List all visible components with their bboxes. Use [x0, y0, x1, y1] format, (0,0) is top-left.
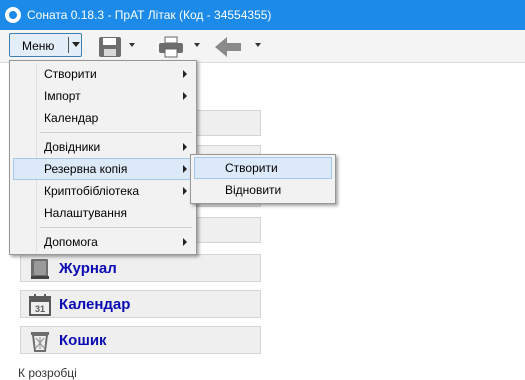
menu-button-label: Меню [22, 39, 55, 53]
menu-item-import[interactable]: Імпорт [13, 85, 193, 107]
calendar-label: Календар [59, 296, 131, 313]
trash-button[interactable]: Кошик [20, 326, 261, 354]
menu-item-crypto-library[interactable]: Криптобібліотека [13, 180, 193, 202]
trash-icon [31, 332, 49, 352]
menu-separator [40, 227, 192, 228]
menu-item-label: Криптобібліотека [44, 184, 140, 198]
chevron-right-icon [183, 70, 187, 78]
menu-item-calendar[interactable]: Календар [13, 107, 193, 129]
chevron-right-icon [183, 187, 187, 195]
submenu-item-create[interactable]: Створити [194, 157, 332, 179]
print-dropdown-arrow-icon[interactable] [194, 43, 200, 47]
menu-item-help[interactable]: Допомога [13, 231, 193, 253]
save-dropdown-arrow-icon[interactable] [129, 43, 135, 47]
menu-item-directories[interactable]: Довідники [13, 136, 193, 158]
menu-separator [40, 132, 192, 133]
submenu-item-restore[interactable]: Відновити [194, 179, 332, 201]
backup-submenu: Створити Відновити [190, 154, 336, 204]
title-bar: Соната 0.18.3 - ПрАТ Літак (Код - 345543… [0, 0, 525, 30]
journal-button[interactable]: Журнал [20, 254, 261, 282]
chevron-down-icon[interactable] [72, 42, 80, 47]
app-logo-icon [5, 7, 21, 23]
back-dropdown-arrow-icon[interactable] [255, 43, 261, 47]
menu-item-backup[interactable]: Резервна копія [13, 158, 193, 180]
menu-item-label: Налаштування [44, 206, 127, 220]
menu-item-label: Допомога [44, 235, 98, 249]
back-arrow-icon[interactable] [214, 36, 242, 58]
main-dropdown-menu: Створити Імпорт Календар Довідники Резер… [9, 60, 197, 255]
submenu-item-label: Відновити [225, 183, 282, 197]
chevron-right-icon [183, 165, 187, 173]
journal-label: Журнал [59, 260, 117, 277]
journal-icon [31, 259, 49, 279]
menu-button[interactable]: Меню [9, 33, 82, 57]
menu-item-label: Довідники [44, 140, 101, 154]
calendar-button[interactable]: 31 Календар [20, 290, 261, 318]
submenu-item-label: Створити [225, 161, 278, 175]
menu-item-label: Імпорт [44, 89, 81, 103]
menu-button-separator [68, 37, 69, 53]
chevron-right-icon [183, 238, 187, 246]
menu-item-label: Створити [44, 67, 97, 81]
svg-text:31: 31 [35, 304, 45, 314]
menu-item-create[interactable]: Створити [13, 63, 193, 85]
menu-item-label: Резервна копія [44, 162, 128, 176]
chevron-right-icon [183, 143, 187, 151]
trash-label: Кошик [59, 332, 107, 349]
save-icon[interactable] [98, 36, 122, 58]
toolbar: Меню [0, 30, 525, 63]
chevron-right-icon [183, 92, 187, 100]
footer-text: К розробці [18, 366, 77, 380]
calendar-icon: 31 [29, 294, 51, 316]
print-icon[interactable] [158, 36, 184, 58]
menu-item-label: Календар [44, 111, 99, 125]
menu-item-settings[interactable]: Налаштування [13, 202, 193, 224]
window-title: Соната 0.18.3 - ПрАТ Літак (Код - 345543… [27, 8, 272, 22]
